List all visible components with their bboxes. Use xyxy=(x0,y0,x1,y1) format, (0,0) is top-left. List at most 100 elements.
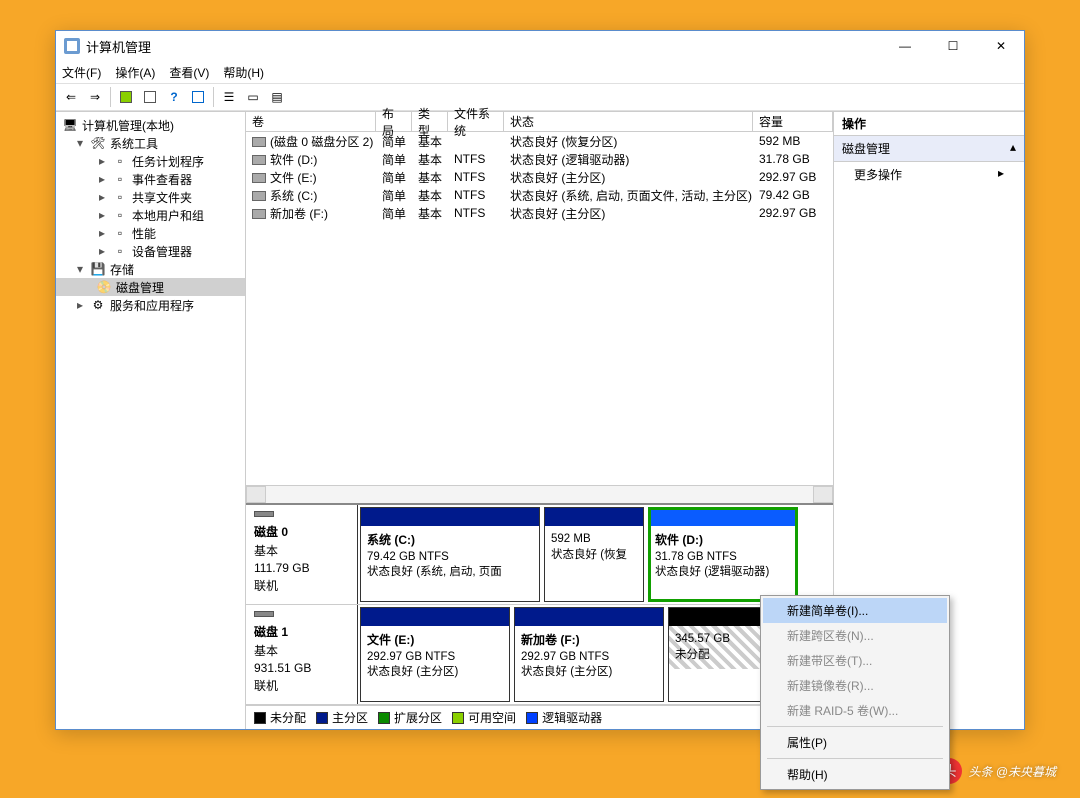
partition[interactable]: 592 MB状态良好 (恢复 xyxy=(544,507,644,602)
tree-item-label: 共享文件夹 xyxy=(132,189,192,206)
actions-more[interactable]: 更多操作 ▸ xyxy=(834,162,1024,187)
toolbar-detail-icon[interactable]: ▭ xyxy=(242,86,264,108)
partition-body: 文件 (E:)292.97 GB NTFS状态良好 (主分区) xyxy=(361,626,509,687)
storage-icon: 💾 xyxy=(90,261,106,277)
close-button[interactable]: ✕ xyxy=(986,34,1016,58)
tree-item[interactable]: ▸ ▫事件查看器 xyxy=(56,170,245,188)
expand-icon[interactable]: ▸ xyxy=(74,298,86,312)
volume-list[interactable]: (磁盘 0 磁盘分区 2)简单基本状态良好 (恢复分区)592 MB软件 (D:… xyxy=(246,132,833,485)
legend: 未分配主分区扩展分区可用空间逻辑驱动器 xyxy=(246,705,833,729)
tools-icon: 🛠 xyxy=(90,135,106,151)
partition[interactable]: 软件 (D:)31.78 GB NTFS状态良好 (逻辑驱动器) xyxy=(648,507,798,602)
nav-forward-button[interactable]: ⇒ xyxy=(84,86,106,108)
tree-item-icon: ▫ xyxy=(112,243,128,259)
menu-help[interactable]: 帮助(H) xyxy=(223,64,264,81)
disk-map[interactable]: 磁盘 0基本111.79 GB联机系统 (C:)79.42 GB NTFS状态良… xyxy=(246,503,833,705)
partition[interactable]: 新加卷 (F:)292.97 GB NTFS状态良好 (主分区) xyxy=(514,607,664,702)
col-type[interactable]: 类型 xyxy=(412,112,448,131)
menubar[interactable]: 文件(F) 操作(A) 查看(V) 帮助(H) xyxy=(56,61,1024,83)
tree-storage[interactable]: 存储 xyxy=(110,261,134,278)
toolbar-refresh-icon[interactable] xyxy=(187,86,209,108)
nav-back-button[interactable]: ⇐ xyxy=(60,86,82,108)
menu-view[interactable]: 查看(V) xyxy=(169,64,209,81)
disk-info[interactable]: 磁盘 1基本931.51 GB联机 xyxy=(246,605,358,704)
context-menu-item: 新建带区卷(T)... xyxy=(763,648,947,673)
volume-row[interactable]: 软件 (D:)简单基本NTFS状态良好 (逻辑驱动器)31.78 GB xyxy=(246,150,833,168)
disk-icon: 📀 xyxy=(96,279,112,295)
volume-list-header[interactable]: 卷 布局 类型 文件系统 状态 容量 xyxy=(246,112,833,132)
tree-disk-management[interactable]: 磁盘管理 xyxy=(116,279,164,296)
tree-item-icon: ▫ xyxy=(112,171,128,187)
context-menu[interactable]: 新建简单卷(I)...新建跨区卷(N)...新建带区卷(T)...新建镜像卷(R… xyxy=(760,595,950,790)
col-layout[interactable]: 布局 xyxy=(376,112,412,131)
context-menu-item[interactable]: 帮助(H) xyxy=(763,762,947,787)
tree-item[interactable]: ▸▫本地用户和组 xyxy=(56,206,245,224)
disk-row: 磁盘 0基本111.79 GB联机系统 (C:)79.42 GB NTFS状态良… xyxy=(246,505,833,605)
legend-item: 逻辑驱动器 xyxy=(526,709,602,726)
col-capacity[interactable]: 容量 xyxy=(753,112,833,131)
horizontal-scrollbar[interactable] xyxy=(246,485,833,503)
chevron-right-icon: ▸ xyxy=(998,166,1004,183)
expand-icon[interactable]: ▸ xyxy=(96,226,108,240)
titlebar[interactable]: 计算机管理 — ☐ ✕ xyxy=(56,31,1024,61)
toolbar-help-icon[interactable]: ? xyxy=(163,86,185,108)
navigation-tree[interactable]: 🖥计算机管理(本地) ▾🛠系统工具 ▸▫任务计划程序▸▫事件查看器▸▫共享文件夹… xyxy=(56,112,246,729)
tree-item-label: 性能 xyxy=(132,225,156,242)
context-menu-item: 新建跨区卷(N)... xyxy=(763,623,947,648)
col-filesys[interactable]: 文件系统 xyxy=(448,112,504,131)
tree-item[interactable]: ▸ ▫共享文件夹 xyxy=(56,188,245,206)
actions-section[interactable]: 磁盘管理 ▴ xyxy=(834,136,1024,162)
col-volume[interactable]: 卷 xyxy=(246,112,376,131)
actions-header: 操作 xyxy=(834,112,1024,136)
expand-icon[interactable]: ▸ xyxy=(96,154,108,168)
volume-icon xyxy=(252,137,266,147)
tree-root[interactable]: 计算机管理(本地) xyxy=(82,117,174,134)
legend-color xyxy=(378,712,390,724)
tree-item[interactable]: ▸▫任务计划程序 xyxy=(56,152,245,170)
minimize-button[interactable]: — xyxy=(890,34,920,58)
computer-icon: 🖥 xyxy=(62,117,78,133)
context-menu-item[interactable]: 属性(P) xyxy=(763,730,947,755)
partition-bar xyxy=(515,608,663,626)
volume-row[interactable]: (磁盘 0 磁盘分区 2)简单基本状态良好 (恢复分区)592 MB xyxy=(246,132,833,150)
expand-icon[interactable]: ▸ xyxy=(96,172,108,186)
legend-label: 扩展分区 xyxy=(394,709,442,726)
expand-icon[interactable]: ▾ xyxy=(74,136,86,150)
toolbar-show-icon[interactable] xyxy=(115,86,137,108)
toolbar: ⇐ ⇒ ? ☰ ▭ ▤ xyxy=(56,83,1024,111)
context-menu-item: 新建 RAID-5 卷(W)... xyxy=(763,698,947,723)
volume-row[interactable]: 新加卷 (F:)简单基本NTFS状态良好 (主分区)292.97 GB xyxy=(246,204,833,222)
expand-icon[interactable]: ▾ xyxy=(74,262,86,276)
context-menu-item[interactable]: 新建简单卷(I)... xyxy=(763,598,947,623)
expand-icon[interactable]: ▸ xyxy=(96,244,108,258)
toolbar-props-icon[interactable] xyxy=(139,86,161,108)
legend-label: 可用空间 xyxy=(468,709,516,726)
disk-row: 磁盘 1基本931.51 GB联机文件 (E:)292.97 GB NTFS状态… xyxy=(246,605,833,705)
tree-services[interactable]: 服务和应用程序 xyxy=(110,297,194,314)
col-status[interactable]: 状态 xyxy=(504,112,753,131)
partition[interactable]: 系统 (C:)79.42 GB NTFS状态良好 (系统, 启动, 页面 xyxy=(360,507,540,602)
expand-icon[interactable]: ▸ xyxy=(96,190,108,204)
tree-item-icon: ▫ xyxy=(112,189,128,205)
partition[interactable]: 文件 (E:)292.97 GB NTFS状态良好 (主分区) xyxy=(360,607,510,702)
main-panel: 卷 布局 类型 文件系统 状态 容量 (磁盘 0 磁盘分区 2)简单基本状态良好… xyxy=(246,112,834,729)
disk-icon xyxy=(254,611,274,617)
volume-row[interactable]: 系统 (C:)简单基本NTFS状态良好 (系统, 启动, 页面文件, 活动, 主… xyxy=(246,186,833,204)
app-icon xyxy=(64,38,80,54)
expand-icon[interactable]: ▸ xyxy=(96,208,108,222)
menu-file[interactable]: 文件(F) xyxy=(62,64,101,81)
toolbar-list-icon[interactable]: ☰ xyxy=(218,86,240,108)
toolbar-settings-icon[interactable]: ▤ xyxy=(266,86,288,108)
tree-item-label: 事件查看器 xyxy=(132,171,192,188)
tree-item[interactable]: ▸▫性能 xyxy=(56,224,245,242)
volume-icon xyxy=(252,155,266,165)
volume-row[interactable]: 文件 (E:)简单基本NTFS状态良好 (主分区)292.97 GB xyxy=(246,168,833,186)
collapse-icon[interactable]: ▴ xyxy=(1010,140,1016,157)
window-title: 计算机管理 xyxy=(86,37,890,56)
maximize-button[interactable]: ☐ xyxy=(938,34,968,58)
partition-body: 592 MB状态良好 (恢复 xyxy=(545,526,643,569)
menu-action[interactable]: 操作(A) xyxy=(115,64,155,81)
tree-system-tools[interactable]: 系统工具 xyxy=(110,135,158,152)
tree-item[interactable]: ▸▫设备管理器 xyxy=(56,242,245,260)
disk-info[interactable]: 磁盘 0基本111.79 GB联机 xyxy=(246,505,358,604)
